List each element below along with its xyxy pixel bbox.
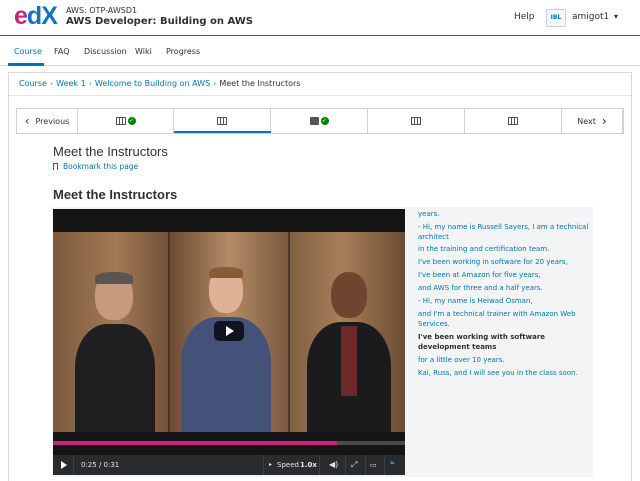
bookmark-button[interactable]: Bookmark this page — [53, 162, 138, 171]
book-icon — [309, 117, 319, 125]
speed-value[interactable]: 1.0x — [300, 455, 317, 475]
control-divider — [73, 455, 74, 475]
sequence-item-4[interactable] — [368, 109, 465, 133]
transcript-line[interactable]: I've been working in software for 20 yea… — [418, 257, 590, 267]
site-header: edX AWS: OTP-AWSD1 AWS Developer: Buildi… — [0, 0, 640, 36]
edx-logo[interactable]: edX — [14, 4, 58, 29]
component-title: Meet the Instructors — [53, 187, 178, 202]
tab-faq[interactable]: FAQ — [54, 47, 70, 56]
video-player[interactable] — [53, 209, 405, 455]
transcript-line[interactable]: - Hi, my name is Russell Sayers, I am a … — [418, 222, 590, 242]
sequence-item-1[interactable]: ✓ — [78, 109, 174, 133]
transcript-line[interactable]: and I'm a technical trainer with Amazon … — [418, 309, 590, 329]
tab-course[interactable]: Course — [14, 47, 42, 56]
instructor-figure — [307, 272, 391, 432]
breadcrumb-week[interactable]: Week 1 — [56, 79, 86, 88]
next-label: Next — [577, 116, 596, 126]
chevron-down-icon[interactable]: ▾ — [614, 12, 618, 21]
control-divider — [384, 455, 385, 475]
bookmark-icon — [53, 163, 58, 170]
video-icon — [115, 117, 126, 125]
active-tab-indicator — [8, 63, 44, 66]
transcript-line[interactable]: and AWS for three and a half years. — [418, 283, 590, 293]
sequence-item-2[interactable] — [174, 109, 271, 133]
control-divider — [365, 455, 366, 475]
fullscreen-icon[interactable]: ⤢ — [351, 455, 357, 475]
breadcrumb-course[interactable]: Course — [19, 79, 47, 88]
sequence-item-5[interactable] — [465, 109, 562, 133]
course-name: AWS Developer: Building on AWS — [66, 16, 253, 27]
tab-discussion[interactable]: Discussion — [84, 47, 127, 56]
course-org: AWS: OTP-AWSD1 — [66, 6, 138, 15]
speed-label[interactable]: Speed — [277, 455, 299, 475]
transcript-line[interactable]: - Hi, my name is Heiwad Osman, — [418, 296, 590, 306]
check-icon: ✓ — [320, 117, 329, 125]
sequence-nav: ‹ Previous ✓ ✓ Next › — [16, 108, 624, 134]
transcript-toggle-icon[interactable]: ❝ — [390, 455, 395, 475]
play-icon[interactable] — [61, 461, 67, 469]
chevron-left-icon: ‹ — [24, 114, 30, 128]
speed-arrow-icon[interactable]: ▸ — [269, 455, 272, 475]
video-controls: 0:25 / 0:31 ▸ Speed 1.0x ◀) ⤢ ▭ ❝ — [53, 455, 405, 475]
control-divider — [263, 455, 264, 475]
video-time: 0:25 / 0:31 — [81, 461, 120, 469]
breadcrumb-divider — [9, 95, 631, 96]
breadcrumb-section[interactable]: Welcome to Building on AWS — [95, 79, 210, 88]
previous-button[interactable]: ‹ Previous — [17, 109, 78, 133]
breadcrumb-separator: › — [49, 79, 54, 88]
transcript-line[interactable]: for a little over 10 years. — [418, 355, 590, 365]
video-icon — [217, 117, 227, 125]
control-divider — [345, 455, 346, 475]
breadcrumb-separator: › — [88, 79, 92, 88]
panel-divider — [168, 232, 170, 432]
active-sequence-indicator — [174, 131, 271, 133]
check-icon: ✓ — [127, 117, 136, 125]
video-icon — [411, 117, 421, 125]
play-overlay-button[interactable] — [214, 321, 244, 341]
instructor-figure — [75, 272, 155, 432]
previous-label: Previous — [35, 116, 70, 126]
transcript-line[interactable]: Kai, Russ, and I will see you in the cla… — [418, 368, 590, 378]
course-tabs: Course FAQ Discussion Wiki Progress — [0, 36, 640, 66]
chevron-right-icon: › — [601, 114, 607, 128]
video-progress-fill — [53, 441, 337, 445]
video-progress-bar[interactable] — [53, 441, 405, 445]
panel-divider — [288, 232, 290, 432]
breadcrumb-current: Meet the Instructors — [219, 79, 301, 88]
next-button[interactable]: Next › — [562, 109, 623, 133]
volume-icon[interactable]: ◀) — [329, 455, 338, 475]
transcript-line[interactable]: I've been at Amazon for five years, — [418, 270, 590, 280]
breadcrumb: Course › Week 1 › Welcome to Building on AWS… — [19, 79, 300, 88]
tab-progress[interactable]: Progress — [166, 47, 200, 56]
bookmark-label: Bookmark this page — [63, 162, 139, 171]
control-divider — [319, 455, 320, 475]
transcript-line[interactable]: in the training and certification team. — [418, 244, 590, 254]
avatar[interactable]: IBL — [546, 9, 566, 27]
video-icon — [508, 117, 518, 125]
breadcrumb-separator: › — [213, 79, 217, 88]
tab-wiki[interactable]: Wiki — [135, 47, 152, 56]
unit-title: Meet the Instructors — [53, 144, 168, 159]
instructor-figure — [181, 267, 271, 432]
sequence-item-3[interactable]: ✓ — [271, 109, 368, 133]
username-menu[interactable]: amigot1 — [572, 12, 609, 22]
help-link[interactable]: Help — [514, 12, 535, 22]
transcript-line[interactable]: years. — [418, 209, 590, 219]
closed-captions-icon[interactable]: ▭ — [370, 455, 377, 475]
transcript-line-current[interactable]: I've been working with software developm… — [418, 332, 590, 352]
